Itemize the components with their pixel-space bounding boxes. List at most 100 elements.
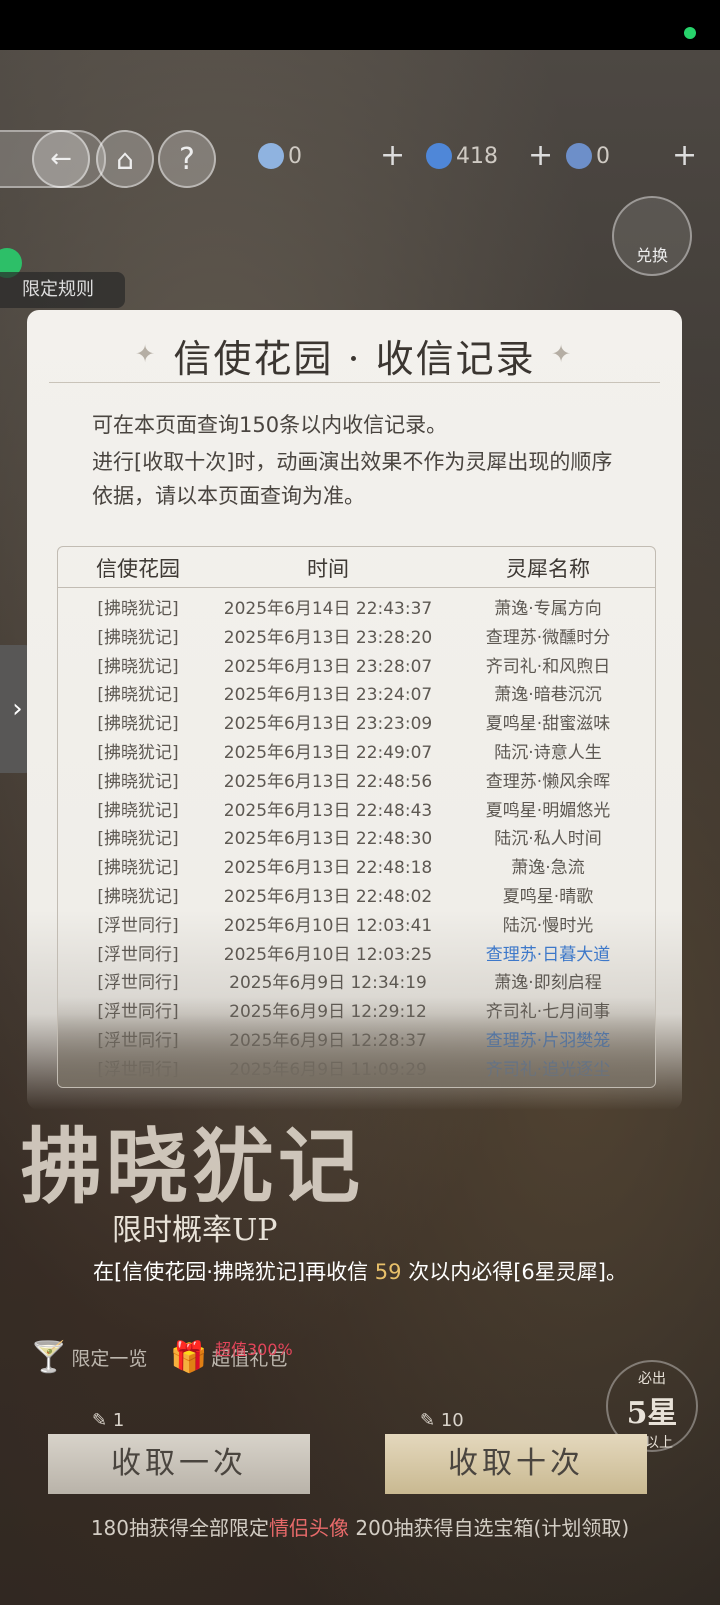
- currency-2-value: 418: [456, 143, 498, 169]
- row-garden: [拂晓犹记]: [97, 800, 179, 821]
- table-row: [拂晓犹记] 2025年6月13日 22:49:07 陆沉·诗意人生: [58, 735, 655, 764]
- row-time: 2025年6月13日 22:48:56: [223, 771, 433, 792]
- row-garden: [浮世同行]: [97, 973, 179, 994]
- row-garden: [浮世同行]: [97, 944, 179, 965]
- row-time: 2025年6月13日 23:28:07: [223, 656, 433, 677]
- guarantee-suffix: 次以内必得[6星灵犀]。: [401, 1260, 627, 1284]
- row-garden: [拂晓犹记]: [97, 771, 179, 792]
- note-line-3: 依据，请以本页面查询为准。: [92, 484, 365, 508]
- exchange-button[interactable]: 兑换: [612, 196, 692, 276]
- table-row: [浮世同行] 2025年6月10日 12:03:25 查理苏·日暮大道: [58, 937, 655, 966]
- banner-subtitle: 限时概率UP: [112, 1213, 278, 1248]
- modal-title: 信使花园 · 收信记录: [173, 337, 536, 381]
- pen-icon: ✎: [420, 1410, 436, 1431]
- row-time: 2025年6月13日 22:49:07: [223, 743, 433, 763]
- row-name: 查理苏·日暮大道: [485, 944, 611, 965]
- column-header-name: 灵犀名称: [506, 557, 590, 581]
- table-row: [拂晓犹记] 2025年6月13日 23:23:09 夏鸣星·甜蜜滋味: [58, 706, 655, 735]
- guarantee-prefix: 在[信使花园·拂晓犹记]再收信: [93, 1260, 375, 1284]
- row-name: 萧逸·暗巷沉沉: [494, 685, 602, 706]
- row-garden: [浮世同行]: [97, 915, 179, 936]
- limited-rules-button[interactable]: 限定规则: [0, 272, 125, 308]
- row-time: 2025年6月13日 22:48:18: [223, 858, 433, 879]
- column-header-time: 时间: [307, 557, 349, 581]
- table-row: [拂晓犹记] 2025年6月13日 22:48:43 夏鸣星·明媚悠光: [58, 793, 655, 822]
- milestone-text: 180抽获得全部限定情侣头像 200抽获得自选宝箱(计划领取): [0, 1512, 720, 1541]
- cocktail-icon: 🍸: [30, 1340, 68, 1375]
- row-garden: [拂晓犹记]: [97, 829, 179, 850]
- row-name: 齐司礼·和风煦日: [485, 656, 611, 677]
- milestone-suffix: 200抽获得自选宝箱(计划领取): [349, 1516, 630, 1540]
- row-garden: [拂晓犹记]: [97, 685, 179, 706]
- record-table[interactable]: 信使花园 时间 灵犀名称 [拂晓犹记] 2025年6月14日 22:43:37 萧逸…: [57, 546, 656, 1088]
- banner-title: 拂晓犹记: [20, 1119, 365, 1215]
- pull-one-cost-value: 1: [112, 1410, 125, 1431]
- currency-3-value: 0: [596, 143, 610, 169]
- table-row: [拂晓犹记] 2025年6月13日 22:48:30 陆沉·私人时间: [58, 821, 655, 850]
- table-row: [拂晓犹记] 2025年6月13日 22:48:18 萧逸·急流: [58, 850, 655, 879]
- add-currency-3-button[interactable]: +: [672, 138, 697, 173]
- table-row: [浮世同行] 2025年6月10日 12:03:41 陆沉·慢时光: [58, 908, 655, 937]
- table-fade: [58, 997, 655, 1087]
- currency-1: 0: [258, 143, 302, 169]
- pull-ten-cost: ✎ 10: [420, 1410, 464, 1431]
- table-row: [拂晓犹记] 2025年6月14日 22:43:37 萧逸·专属方向: [58, 591, 655, 620]
- row-name: 夏鸣星·晴歌: [502, 887, 594, 907]
- pull-ten-cost-value: 10: [440, 1410, 464, 1431]
- pity-guarantee-text: 在[信使花园·拂晓犹记]再收信 59 次以内必得[6星灵犀]。: [0, 1256, 720, 1286]
- row-time: 2025年6月9日 12:34:19: [229, 973, 427, 994]
- row-garden: [拂晓犹记]: [97, 714, 179, 735]
- pen-icon: [258, 143, 284, 169]
- row-time: 2025年6月13日 23:28:20: [223, 627, 433, 648]
- row-time: 2025年6月10日 12:03:41: [223, 915, 433, 936]
- row-name: 夏鸣星·明媚悠光: [485, 800, 611, 821]
- pull-once-button[interactable]: 收取一次: [48, 1434, 310, 1494]
- help-icon[interactable]: ?: [158, 130, 216, 188]
- row-time: 2025年6月13日 23:24:07: [223, 685, 433, 706]
- row-garden: [拂晓犹记]: [97, 743, 179, 763]
- row-garden: [拂晓犹记]: [97, 656, 179, 677]
- row-name: 陆沉·慢时光: [502, 915, 594, 936]
- gift-badge: 超值300%: [215, 1340, 293, 1359]
- table-row: [拂晓犹记] 2025年6月13日 23:28:20 查理苏·微醺时分: [58, 620, 655, 649]
- row-time: 2025年6月13日 23:23:09: [223, 714, 433, 735]
- note-line-1: 可在本页面查询150条以内收信记录。: [92, 413, 448, 437]
- milestone-highlight: 情侣头像: [269, 1516, 350, 1540]
- note-line-2: 进行[收取十次]时，动画演出效果不作为灵犀出现的顺序: [92, 450, 613, 474]
- add-currency-2-button[interactable]: +: [528, 138, 553, 173]
- row-name: 查理苏·微醺时分: [485, 627, 611, 648]
- currency-2: 418: [426, 143, 498, 169]
- row-name: 查理苏·懒风余晖: [485, 771, 611, 792]
- status-dot-icon: [684, 27, 696, 39]
- row-name: 夏鸣星·甜蜜滋味: [485, 714, 611, 735]
- milestone-prefix: 180抽获得全部限定: [90, 1516, 270, 1540]
- table-header: 信使花园 时间 灵犀名称: [58, 547, 655, 588]
- pull-one-cost: ✎ 1: [92, 1410, 124, 1431]
- currency-3: 0: [566, 143, 610, 169]
- table-row: [浮世同行] 2025年6月9日 12:34:19 萧逸·即刻启程: [58, 965, 655, 994]
- gift-icon: 🎁: [170, 1340, 208, 1375]
- pen-icon: ✎: [92, 1410, 108, 1431]
- back-arrow-icon[interactable]: ←: [32, 130, 90, 188]
- add-currency-1-button[interactable]: +: [380, 138, 405, 173]
- row-garden: [拂晓犹记]: [97, 599, 179, 619]
- row-garden: [拂晓犹记]: [97, 858, 179, 879]
- limited-list-button[interactable]: 🍸 限定一览: [30, 1340, 147, 1375]
- guarantee-count: 59: [374, 1260, 402, 1284]
- row-name: 萧逸·即刻启程: [494, 973, 602, 994]
- table-row: [拂晓犹记] 2025年6月13日 22:48:56 查理苏·懒风余晖: [58, 764, 655, 793]
- pull-ten-button[interactable]: 收取十次: [385, 1434, 647, 1494]
- column-header-garden: 信使花园: [96, 557, 180, 581]
- limited-list-label: 限定一览: [71, 1348, 148, 1370]
- row-time: 2025年6月13日 22:48:43: [223, 800, 433, 821]
- table-row: [拂晓犹记] 2025年6月13日 23:24:07 萧逸·暗巷沉沉: [58, 677, 655, 706]
- row-name: 萧逸·专属方向: [494, 599, 602, 619]
- five-star-top: 必出: [638, 1371, 666, 1387]
- home-icon[interactable]: ⌂: [96, 130, 154, 188]
- row-name: 陆沉·诗意人生: [494, 743, 602, 763]
- row-time: 2025年6月13日 22:48:30: [223, 829, 433, 850]
- letter-record-modal: ✦ 信使花园 · 收信记录 ✦ 可在本页面查询150条以内收信记录。 进行[收取…: [27, 310, 682, 1110]
- row-garden: [拂晓犹记]: [97, 887, 179, 907]
- table-row: [拂晓犹记] 2025年6月13日 23:28:07 齐司礼·和风煦日: [58, 649, 655, 678]
- row-time: 2025年6月10日 12:03:25: [223, 944, 433, 965]
